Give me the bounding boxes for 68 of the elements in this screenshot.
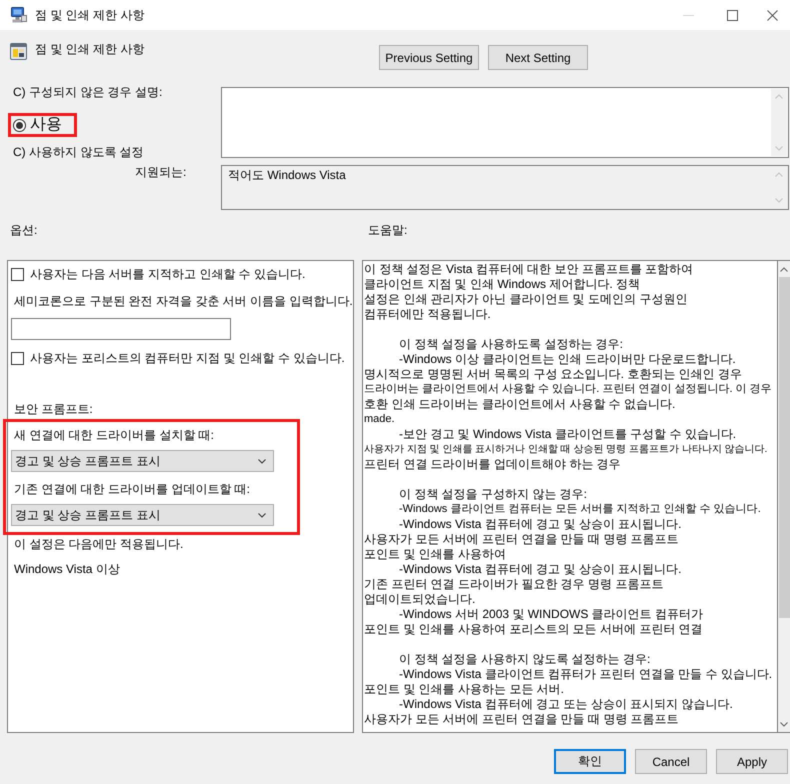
radio-button[interactable]: 사용 bbox=[13, 116, 62, 134]
help-text: 포인트 및 인쇄를 사용하는 모든 서버. bbox=[364, 682, 564, 697]
close-icon[interactable] bbox=[766, 10, 778, 20]
help-text: -Windows 이상 클라이언트는 인쇄 드라이버만 다운로드합니다. bbox=[399, 352, 736, 367]
help-text: 드라이버는 클라이언트에서 사용할 수 있습니다. 프린터 연결이 설정됩니다. 이 경우 bbox=[364, 382, 772, 397]
window-title: 점 및 인쇄 제한 사항 bbox=[35, 8, 144, 22]
option-text: 기존 연결에 대한 드라이버를 업데이트할 때: bbox=[14, 482, 250, 496]
help-text: made. bbox=[364, 412, 395, 427]
help-text: -Windows Vista 컴퓨터에 경고 또는 상승이 표시되지 않습니다. bbox=[399, 697, 733, 712]
window-icon bbox=[10, 43, 27, 60]
help-text: 포인트 및 인쇄를 사용하여 포리스트의 모든 서버에 프린터 연결 bbox=[364, 622, 703, 637]
option-text: 세미코론으로 구분된 완전 자격을 갖춘 서버 이름을 입력합니다. bbox=[14, 294, 353, 308]
help-text: 기존 프린터 연결 드라이버가 필요한 경우 명령 프롬프트 bbox=[364, 577, 664, 592]
option-text: Windows Vista 이상 bbox=[14, 562, 120, 576]
nav-button[interactable]: Next Setting bbox=[488, 45, 588, 70]
help-text: -Windows Vista 클라이언트 컴퓨터가 프린터 연결을 만들 수 있습니다. bbox=[399, 667, 772, 682]
help-text: 이 정책 설정을 사용하지 않도록 설정하는 경우: bbox=[399, 652, 650, 667]
help-text: 클라이언트 지점 및 인쇄 Windows 제어합니다. 정책 bbox=[364, 277, 640, 292]
comment-field[interactable] bbox=[221, 87, 789, 158]
help-text: 사용자가 지점 및 인쇄를 표시하거나 인쇄할 때 상승된 명령 프롬프트가 나타나지 않습니다. bbox=[364, 443, 768, 457]
chevron-down-icon[interactable] bbox=[258, 458, 266, 464]
policy-title: 점 및 인쇄 제한 사항 bbox=[35, 42, 144, 56]
dialog-button[interactable]: 확인 bbox=[554, 749, 626, 774]
help-text: 이 정책 설정을 구성하지 않는 경우: bbox=[399, 487, 588, 502]
input-field[interactable] bbox=[11, 318, 231, 340]
help-text: 프린터 연결 드라이버를 업데이트해야 하는 경우 bbox=[364, 457, 621, 472]
radio-button[interactable]: C) 사용하지 않도록 설정 bbox=[13, 145, 144, 159]
help-text: -Windows Vista 컴퓨터에 경고 및 상승이 표시됩니다. bbox=[399, 562, 682, 577]
help-text: -Windows Vista 컴퓨터에 경고 및 상승이 표시됩니다. bbox=[399, 517, 682, 532]
dialog-button[interactable]: Apply bbox=[716, 749, 788, 774]
dropdown[interactable]: 경고 및 상승 프롬프트 표시 bbox=[11, 450, 274, 472]
dropdown[interactable]: 경고 및 상승 프롬프트 표시 bbox=[11, 504, 274, 526]
help-text: -Windows 클라이언트 컴퓨터는 모든 서버를 지적하고 인쇄할 수 있습니다. bbox=[399, 502, 761, 517]
field-label: 설명: bbox=[135, 85, 162, 99]
help-text: 명시적으로 명명된 서버 목록의 구성 요소입니다. 호환되는 인쇄인 경우 bbox=[364, 367, 742, 382]
option-text: 이 설정은 다음에만 적용됩니다. bbox=[14, 537, 184, 551]
chevron-up-icon[interactable] bbox=[780, 266, 788, 272]
help-text: 이 정책 설정은 Vista 컴퓨터에 대한 보안 프롬프트를 포함하여 bbox=[364, 262, 694, 277]
help-text: -보안 경고 및 Windows Vista 클라이언트를 구성할 수 있습니다. bbox=[399, 427, 736, 442]
checkbox[interactable] bbox=[11, 352, 24, 364]
radio-button[interactable]: C) 구성되지 않은 경우 bbox=[13, 85, 132, 99]
dialog-button[interactable]: Cancel bbox=[635, 749, 707, 774]
computer-icon bbox=[11, 7, 27, 23]
scrollbar-thumb[interactable] bbox=[778, 277, 790, 618]
help-text: 업데이트되었습니다. bbox=[364, 592, 476, 607]
help-text: 포인트 및 인쇄를 사용하여 bbox=[364, 547, 506, 562]
help-text: 이 정책 설정을 사용하도록 설정하는 경우: bbox=[399, 337, 624, 352]
option-label: 사용자는 다음 서버를 지적하고 인쇄할 수 있습니다. bbox=[30, 267, 306, 281]
supported-text: 적어도 Windows Vista bbox=[228, 168, 346, 182]
option-heading: 보안 프롬프트: bbox=[14, 402, 93, 416]
help-text: 사용자가 모든 서버에 프린터 연결을 만들 때 명령 프롬프트 bbox=[364, 532, 679, 547]
help-text: 호환 인쇄 드라이버는 클라이언트에서 사용할 수 없습니다. bbox=[364, 397, 676, 412]
help-text: 설정은 인쇄 관리자가 아닌 클라이언트 및 도메인의 구성원인 bbox=[364, 292, 688, 307]
help-text: -Windows 서버 2003 및 WINDOWS 클라이언트 컴퓨터가 bbox=[399, 607, 704, 622]
chevron-down-icon[interactable] bbox=[258, 512, 266, 518]
help-text: 사용자가 모든 서버에 프린터 연결을 만들 때 명령 프롬프트 bbox=[364, 712, 679, 727]
chevron-down-icon[interactable] bbox=[780, 722, 788, 726]
scrollbar[interactable] bbox=[778, 261, 790, 732]
help-text: 컴퓨터에만 적용됩니다. bbox=[364, 307, 491, 322]
nav-button[interactable]: Previous Setting bbox=[379, 45, 479, 70]
section-label: 옵션: bbox=[10, 223, 38, 237]
section-label: 도움말: bbox=[368, 223, 408, 237]
option-text: 새 연결에 대한 드라이버를 설치할 때: bbox=[14, 428, 214, 442]
option-label: 사용자는 포리스트의 컴퓨터만 지점 및 인쇄할 수 있습니다. bbox=[30, 351, 345, 365]
field-label: 지원되는: bbox=[135, 165, 186, 179]
checkbox[interactable] bbox=[11, 268, 24, 280]
radio-selected-icon bbox=[13, 118, 26, 132]
maximize-icon[interactable] bbox=[726, 10, 738, 20]
